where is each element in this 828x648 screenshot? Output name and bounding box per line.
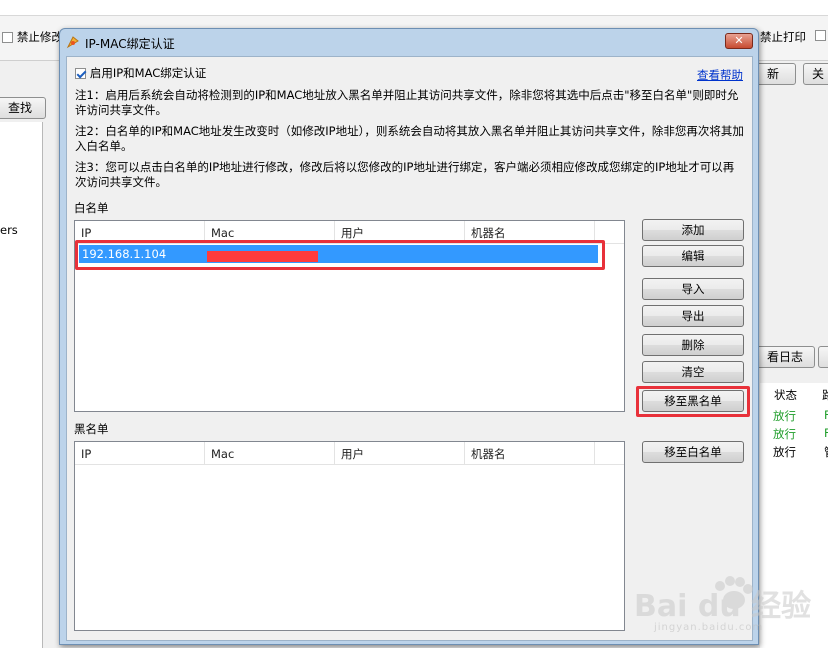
close-app-button-label: 关 [811,67,824,81]
close-button[interactable]: ✕ [725,33,753,49]
status-cell: 放行 [773,409,796,423]
left-list-item: ers [0,223,18,237]
status-next-cell: 管 [824,444,828,460]
search-button[interactable]: 查找 [0,97,46,119]
help-link[interactable]: 查看帮助 [697,67,743,83]
dialog-title-bar[interactable]: IP-MAC绑定认证 ✕ [60,29,758,55]
forbid-print-label[interactable]: 禁止打印 [760,29,806,45]
refresh-button-label: 新 [766,67,779,81]
enable-binding-label: 启用IP和MAC绑定认证 [89,66,207,80]
status-cell: 放行 [773,445,796,459]
column-ip[interactable]: IP [75,442,205,464]
status-next-cell: F [824,426,828,440]
column-user[interactable]: 用户 [335,442,465,464]
watermark-url: jingyan.baidu.com [654,622,764,633]
note-3: 注3：您可以点击白名单的IP地址进行修改，修改后将以您修改的IP地址进行绑定，客… [75,160,735,189]
forbid-print-checkbox[interactable] [815,28,828,42]
row-highlight-box [75,240,605,270]
delete-button[interactable]: 删除 [642,334,744,356]
status-next-cell: F [824,408,828,422]
ip-mac-binding-dialog: IP-MAC绑定认证 ✕ 启用IP和MAC绑定认证 查看帮助 注1：启用后系统会… [59,28,759,645]
view-log-label: 看日志 [766,350,803,364]
forbid-modify-label: 禁止修改 [16,30,63,44]
forbid-modify-option[interactable]: 禁止修改 [2,29,63,45]
blacklist-header: IP Mac 用户 机器名 [75,442,624,465]
whitelist-label: 白名单 [74,201,109,215]
status-column-header: 状态 [774,388,797,402]
close-icon: ✕ [734,34,744,47]
edit-button[interactable]: 编辑 [642,245,744,267]
add-button[interactable]: 添加 [642,219,744,241]
note-2: 注2：白名单的IP和MAC地址发生改变时（如修改IP地址），则系统会自动将其放入… [75,124,744,153]
export-button[interactable]: 导出 [642,305,744,327]
blacklist-table[interactable]: IP Mac 用户 机器名 [74,441,625,631]
forbid-modify-checkbox[interactable] [2,32,13,43]
move-to-blacklist-button[interactable]: 移至黑名单 [642,390,744,412]
watermark-brand: Bai du 经验 [634,589,811,622]
paw-logo-icon: Bai du 经验 [634,576,811,624]
search-button-label: 查找 [7,101,32,115]
clear-button[interactable]: 清空 [642,361,744,383]
note-1: 注1：启用后系统会自动将检测到的IP和MAC地址放入黑名单并阻止其访问共享文件，… [75,88,739,117]
close-app-button[interactable]: 关 [803,63,828,85]
import-button[interactable]: 导入 [642,278,744,300]
column-machine[interactable]: 机器名 [465,442,595,464]
app-logo-icon [66,36,79,49]
view-log-button[interactable]: 看日志 [755,346,815,368]
dialog-client-area: 启用IP和MAC绑定认证 查看帮助 注1：启用后系统会自动将检测到的IP和MAC… [66,56,753,641]
enable-binding-option[interactable]: 启用IP和MAC绑定认证 [75,65,206,81]
column-mac[interactable]: Mac [205,442,335,464]
status-cell: 放行 [773,427,796,441]
left-user-list[interactable]: ers [0,122,43,648]
move-to-whitelist-button[interactable]: 移至白名单 [642,441,744,463]
baidu-watermark: Bai du 经验 jingyan.baidu.com [632,572,822,642]
app-top-bar [0,0,828,16]
extra-toolbar-button[interactable] [818,346,828,368]
dialog-title: IP-MAC绑定认证 [85,37,175,51]
blacklist-label: 黑名单 [74,422,109,436]
next-column-header: 路 [822,388,828,402]
enable-binding-checkbox[interactable] [75,68,86,79]
